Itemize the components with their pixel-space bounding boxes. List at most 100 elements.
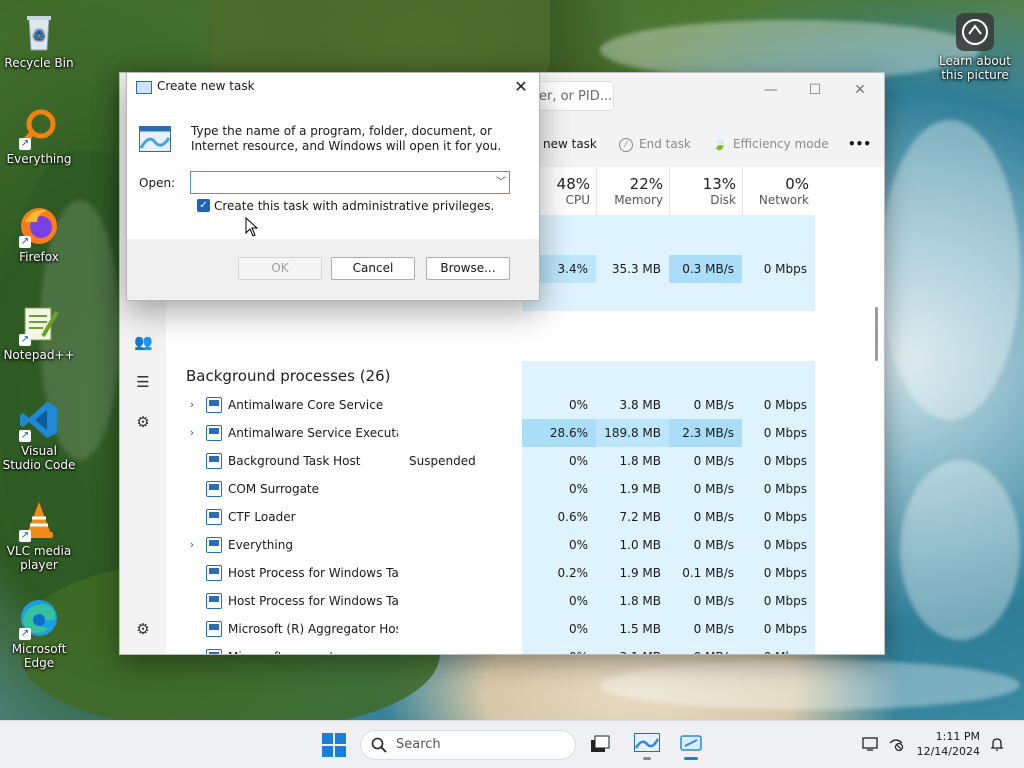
efficiency-mode-button[interactable]: 🍃 Efficiency mode [712,121,829,167]
process-status [409,391,519,419]
end-task-button[interactable]: ⁄ End task [619,121,691,167]
process-search-input[interactable]: er, or PID... [532,81,614,111]
chevron-down-icon[interactable]: ﹀ [493,173,509,192]
cpu-value: 0% [522,615,596,643]
process-status [409,503,519,531]
desktop-icon-label: Visual Studio Code [2,444,76,472]
tray-display-icon[interactable] [862,737,878,751]
taskbar-task-manager-button[interactable] [634,733,660,760]
tray-network-icon[interactable] [888,737,904,752]
learn-about-picture[interactable]: Learn about this picture [937,12,1013,82]
cpu-value: 0.6% [522,503,596,531]
memory-value: 1.9 MB [596,475,669,503]
disk-value: 0 MB/s [669,531,742,559]
expand-chevron-icon[interactable]: › [186,419,198,447]
process-icon [206,509,222,525]
desktop-icon-vscode[interactable]: ↗ Visual Studio Code [1,398,77,472]
group-header-shade [166,361,884,391]
table-row[interactable]: Host Process for Windows Tasks 0.2%1.9 MB… [166,559,884,587]
table-row[interactable]: CTF Loader 0.6% 7.2 MB 0 MB/s 0 Mbps [166,503,884,531]
process-status [409,531,519,559]
cpu-value: 0% [522,643,596,654]
process-name: Microsoft account [228,643,398,654]
nav-details-icon[interactable]: ☰ [134,373,152,391]
desktop-icon-recycle-bin[interactable]: ♻ Recycle Bin [1,10,77,70]
dialog-close-button[interactable]: ✕ [509,75,533,99]
notifications-bell-icon[interactable] [989,736,1005,752]
start-button[interactable] [322,733,346,757]
cancel-button[interactable]: Cancel [331,257,415,280]
run-new-task-button[interactable]: new task [543,121,597,167]
table-row[interactable]: › Antimalware Service Executable 28.6%189.… [166,419,884,447]
disk-value: 0 MB/s [669,587,742,615]
recycle-bin-icon: ♻ [17,10,61,54]
process-status [409,587,519,615]
edge-icon: ↗ [17,596,61,640]
ok-button[interactable]: OK [238,257,322,280]
close-button[interactable]: ✕ [846,79,874,101]
vscode-icon: ↗ [17,398,61,442]
nav-services-icon[interactable]: ⚙ [134,413,152,431]
tray-clock[interactable]: 1:11 PM 12/14/2024 [917,729,980,759]
expand-chevron-icon[interactable]: › [186,391,198,419]
desktop-icon-vlc[interactable]: ↗ VLC media player [1,498,77,572]
expand-chevron-icon[interactable]: › [186,643,198,654]
process-name: COM Surrogate [228,482,320,496]
memory-value: 3.8 MB [596,391,669,419]
more-options-button[interactable]: ••• [848,121,871,167]
network-value: 0 Mbps [742,643,815,654]
memory-value: 35.3 MB [596,255,669,283]
nav-users-icon[interactable]: 👥 [134,333,153,351]
shortcut-arrow-icon: ↗ [19,430,31,442]
taskbar-run-dialog-button[interactable] [678,733,704,760]
process-icon [206,481,222,497]
table-row[interactable]: › Antimalware Core Service 0% 3.8 MB 0 MB/s 0… [166,391,884,419]
expand-chevron-icon[interactable]: › [186,531,198,559]
windows-logo-icon [322,733,346,757]
process-status [409,475,519,503]
vlc-icon: ↗ [17,498,61,542]
process-icon [206,425,222,441]
process-name: CTF Loader [228,510,296,524]
desktop-icon-notepad-plus-plus[interactable]: ↗ Notepad++ [1,302,77,362]
memory-label: Memory [614,193,663,207]
table-row[interactable]: Microsoft (R) Aggregator Host 0% 1.5 MB 0 M… [166,615,884,643]
table-row[interactable]: Background Task Host Suspended 0% 1.8 MB 0 M… [166,447,884,475]
leaf-icon: 🍃 [712,137,727,151]
disk-label: Disk [710,193,736,207]
desktop-icon-edge[interactable]: ↗ Microsoft Edge [1,596,77,670]
open-combobox-input[interactable] [190,171,510,194]
column-header-disk[interactable]: 13% Disk [669,167,742,215]
everything-icon: ↗ [17,106,61,150]
process-icon [206,565,222,581]
process-name: Antimalware Core Service [228,398,384,412]
admin-privileges-label[interactable]: Create this task with administrative pri… [214,199,494,213]
disk-value: 0 MB/s [669,391,742,419]
search-icon [371,737,387,753]
desktop-icon-firefox[interactable]: ↗ Firefox [1,204,77,264]
network-label: Network [758,193,809,207]
table-row[interactable]: › Microsoft account 0%3.1 MB0 MB/s0 Mbps [166,643,884,654]
process-icon [206,453,222,469]
cpu-value: 0.2% [522,559,596,587]
process-icon [206,537,222,553]
task-view-button[interactable] [590,735,610,753]
table-row[interactable]: › Everything 0% 1.0 MB 0 MB/s 0 Mbps [166,531,884,559]
browse-button[interactable]: Browse... [426,257,510,280]
scrollbar[interactable] [875,307,878,361]
nav-settings-icon[interactable]: ⚙ [134,620,152,638]
memory-value: 1.8 MB [596,587,669,615]
desktop-icon-everything[interactable]: ↗ Everything [1,106,77,166]
column-header-network[interactable]: 0% Network [742,167,815,215]
admin-privileges-checkbox[interactable]: ✓ [197,199,210,212]
taskbar-search-box[interactable]: Search [360,730,576,760]
network-value: 0 Mbps [742,503,815,531]
disk-percent: 13% [702,175,736,193]
maximize-button[interactable]: ☐ [801,79,829,101]
table-row[interactable]: Host Process for Windows Tasks0%1.8 MB0 … [166,587,884,615]
table-row[interactable]: COM Surrogate 0% 1.9 MB 0 MB/s 0 Mbps [166,475,884,503]
minimize-button[interactable]: — [757,79,785,101]
shortcut-arrow-icon: ↗ [19,138,31,150]
column-header-memory[interactable]: 22% Memory [596,167,669,215]
disk-value: 0 MB/s [669,615,742,643]
